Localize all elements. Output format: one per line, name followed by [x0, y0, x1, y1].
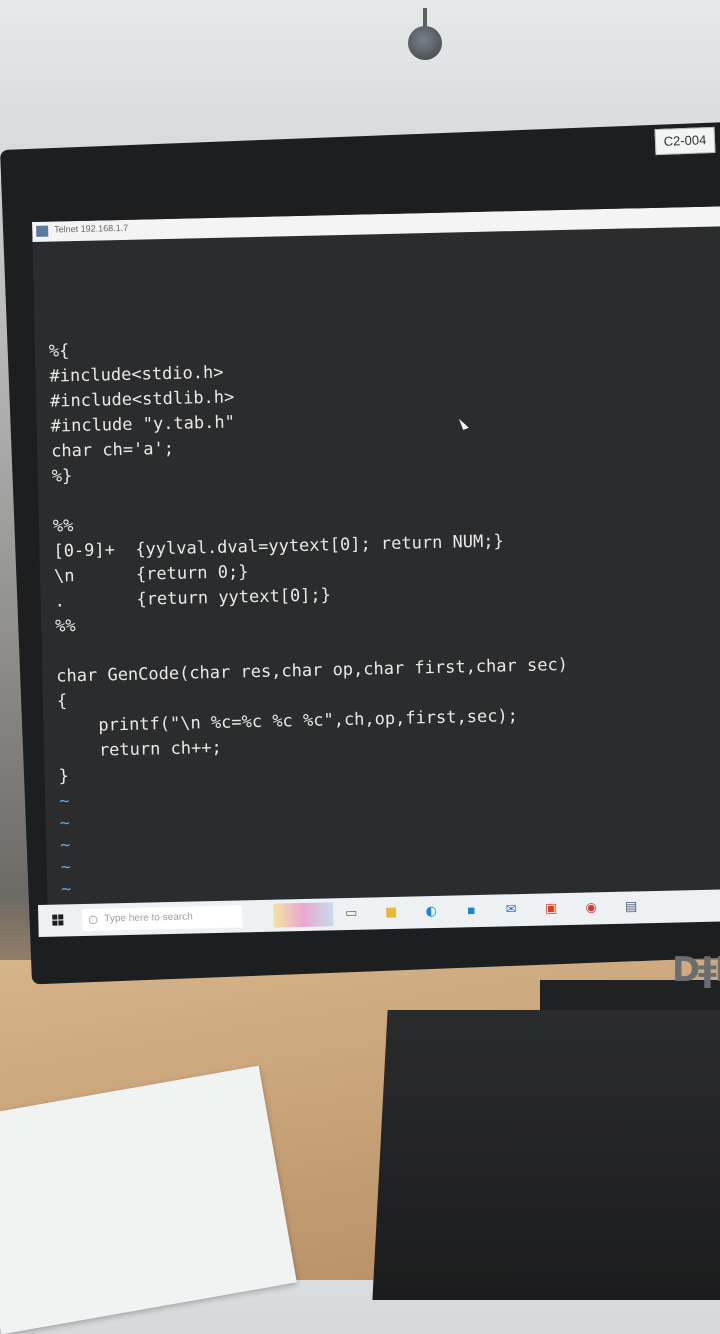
monitor-tag: C2-004: [654, 126, 716, 156]
task-view-icon[interactable]: ▭: [343, 906, 359, 922]
file-explorer-icon[interactable]: ■: [383, 905, 399, 921]
ceiling-lamp: [404, 8, 446, 60]
window-title: Telnet 192.168.1.7: [54, 222, 129, 235]
mail-icon[interactable]: ✉: [503, 902, 519, 918]
search-highlight-art: [273, 902, 334, 928]
edge-icon[interactable]: ◐: [423, 904, 439, 920]
paper-sheet: [0, 1065, 297, 1334]
dell-logo: DǂE: [672, 950, 720, 990]
code-editor[interactable]: %{#include<stdio.h> #include<stdlib.h> #in…: [49, 328, 574, 932]
telnet-icon: [36, 225, 49, 237]
powerpoint-icon[interactable]: ▣: [543, 901, 559, 917]
start-icon[interactable]: [52, 914, 64, 926]
search-placeholder: Type here to search: [104, 911, 193, 925]
store-icon[interactable]: ▪: [463, 903, 479, 919]
search-input[interactable]: ○ Type here to search: [82, 905, 243, 931]
terminal-screen[interactable]: Telnet 192.168.1.7 %{#include<stdio.h> #i…: [32, 206, 720, 932]
monitor-stand: [372, 1010, 720, 1300]
search-icon: ○: [88, 912, 99, 926]
chrome-icon[interactable]: ◉: [583, 900, 599, 916]
network-icon[interactable]: ▤: [623, 899, 639, 915]
